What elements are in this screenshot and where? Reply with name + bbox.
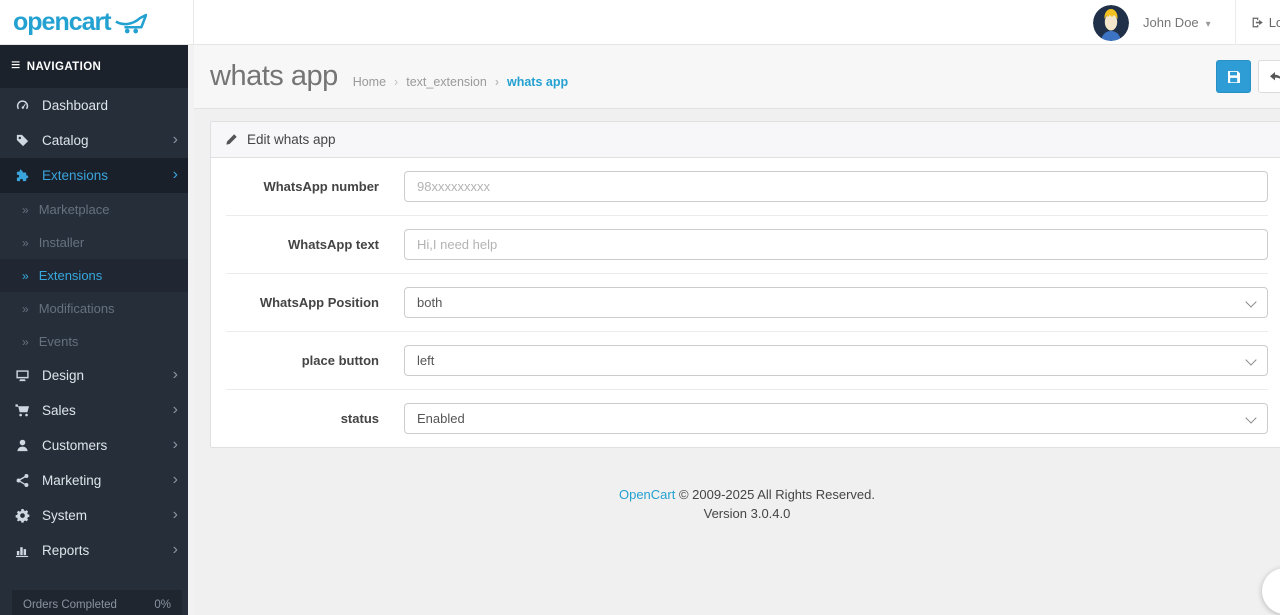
sidebar-item-label: Design xyxy=(42,368,85,383)
sidebar-menu: Dashboard Catalog Extensions Marketplace… xyxy=(0,88,194,568)
breadcrumb-whats-app[interactable]: whats app xyxy=(487,75,568,89)
orders-completed-stat: Orders Completed 0% xyxy=(12,590,182,615)
user-menu-area: John Doe Logout xyxy=(1093,0,1280,45)
form-row-whatsapp-position: WhatsApp Position both xyxy=(226,274,1268,332)
sidebar-subitem-label: Marketplace xyxy=(38,202,110,217)
sidebar-item-system[interactable]: System xyxy=(0,498,194,533)
sidebar-subitem-extensions[interactable]: Extensions xyxy=(0,259,194,292)
place-button-select-wrap: left xyxy=(404,345,1268,376)
panel-heading: Edit whats app xyxy=(211,122,1280,158)
whatsapp-position-label: WhatsApp Position xyxy=(259,295,379,310)
widget-dot-icon xyxy=(1273,583,1280,598)
logout-label: Logout xyxy=(1268,15,1280,30)
monitor-icon xyxy=(14,368,31,383)
sidebar-item-marketing[interactable]: Marketing xyxy=(0,463,194,498)
tags-icon xyxy=(14,133,31,148)
place-button-select[interactable]: left xyxy=(404,345,1268,376)
sidebar-item-label: System xyxy=(42,508,88,523)
footer-copyright: OpenCart © 2009-2025 All Rights Reserved… xyxy=(210,486,1280,505)
header-divider xyxy=(1234,0,1236,45)
save-icon xyxy=(1227,70,1240,83)
sidebar-item-label: Sales xyxy=(42,403,76,418)
avatar-image xyxy=(1093,4,1129,41)
sidebar-item-label: Dashboard xyxy=(42,98,109,113)
bar-chart-icon xyxy=(14,543,31,558)
sidebar-item-label: Catalog xyxy=(42,133,89,148)
sidebar-navigation-header: NAVIGATION xyxy=(0,45,194,88)
opencart-cart-icon xyxy=(114,13,147,34)
breadcrumb-text-extension[interactable]: text_extension xyxy=(386,75,487,89)
whatsapp-text-label: WhatsApp text xyxy=(288,237,379,252)
content-area: Edit whats app WhatsApp number WhatsApp … xyxy=(194,109,1280,524)
opencart-admin-app: opencart John Doe ▾ Lo ≡ NAVIGATION Dash… xyxy=(0,0,1280,615)
whatsapp-position-select-wrap: both xyxy=(404,287,1268,318)
status-select[interactable]: Enabled xyxy=(404,403,1268,434)
place-button-label: place button xyxy=(301,353,379,368)
save-button[interactable] xyxy=(1216,60,1251,93)
sidebar-subitem-label: Extensions xyxy=(38,268,103,283)
sidebar-item-label: Reports xyxy=(42,543,90,558)
whatsapp-position-select[interactable]: both xyxy=(404,287,1268,318)
shopping-cart-icon xyxy=(14,403,31,418)
breadcrumb: Home text_extension whats app xyxy=(353,75,568,89)
puzzle-icon xyxy=(14,168,31,183)
user-menu-button[interactable]: John Doe xyxy=(1143,15,1211,30)
status-select-wrap: Enabled xyxy=(404,403,1268,434)
page-title: whats app xyxy=(210,60,338,92)
sidebar-item-dashboard[interactable]: Dashboard xyxy=(0,88,194,123)
undo-arrow-icon xyxy=(1269,71,1280,80)
sidebar: NAVIGATION Dashboard Catalog Extensions … xyxy=(0,45,194,615)
whatsapp-number-label: WhatsApp number xyxy=(263,179,379,194)
form-row-status: status Enabled xyxy=(226,390,1268,447)
sidebar-subitem-label: Modifications xyxy=(38,301,115,316)
sidebar-subitem-modifications[interactable]: Modifications xyxy=(0,292,194,325)
sidebar-item-design[interactable]: Design xyxy=(0,358,194,393)
undo-button[interactable] xyxy=(1258,60,1280,93)
form-row-place-button: place button left xyxy=(226,332,1268,390)
dashboard-icon xyxy=(14,98,31,113)
pencil-icon xyxy=(226,134,237,145)
sidebar-item-customers[interactable]: Customers xyxy=(0,428,194,463)
footer-copyright-text: © 2009-2025 All Rights Reserved. xyxy=(678,487,876,502)
footer-version: Version 3.0.4.0 xyxy=(703,505,791,521)
status-label: status xyxy=(340,411,379,426)
page-header: whats app Home text_extension whats app xyxy=(194,45,1280,109)
form-row-whatsapp-text: WhatsApp text xyxy=(226,216,1268,274)
sidebar-item-reports[interactable]: Reports xyxy=(0,533,194,568)
share-icon xyxy=(14,473,31,488)
opencart-footer-link[interactable]: OpenCart xyxy=(619,487,675,502)
opencart-logo-text: opencart xyxy=(13,8,112,36)
edit-panel: Edit whats app WhatsApp number WhatsApp … xyxy=(210,121,1280,448)
sidebar-subitem-label: Installer xyxy=(38,235,85,250)
logout-button[interactable]: Logout xyxy=(1251,15,1280,30)
stat-value: 0% xyxy=(154,599,171,611)
panel-body: WhatsApp number WhatsApp text WhatsApp P… xyxy=(211,158,1280,447)
form-row-whatsapp-number: WhatsApp number xyxy=(226,158,1268,216)
main-content: whats app Home text_extension whats app … xyxy=(194,45,1280,615)
sidebar-item-label: Customers xyxy=(42,438,108,453)
sidebar-subitem-marketplace[interactable]: Marketplace xyxy=(0,193,194,226)
logout-icon xyxy=(1252,17,1263,28)
footer: OpenCart © 2009-2025 All Rights Reserved… xyxy=(210,486,1280,524)
sidebar-item-catalog[interactable]: Catalog xyxy=(0,123,194,158)
sidebar-item-label: Marketing xyxy=(42,473,102,488)
sidebar-subitem-events[interactable]: Events xyxy=(0,325,194,358)
sidebar-subitem-installer[interactable]: Installer xyxy=(0,226,194,259)
user-icon xyxy=(14,438,31,453)
sidebar-item-extensions[interactable]: Extensions xyxy=(0,158,194,193)
whatsapp-number-input[interactable] xyxy=(404,171,1268,202)
whatsapp-text-input[interactable] xyxy=(404,229,1268,260)
stat-label: Orders Completed xyxy=(23,599,117,611)
breadcrumb-home[interactable]: Home xyxy=(353,75,386,89)
opencart-logo[interactable]: opencart xyxy=(0,0,194,45)
avatar[interactable] xyxy=(1093,4,1129,41)
sidebar-subitem-label: Events xyxy=(38,334,79,349)
gear-icon xyxy=(14,508,31,523)
panel-title: Edit whats app xyxy=(247,132,336,147)
sidebar-item-label: Extensions xyxy=(42,168,109,183)
top-header: opencart John Doe ▾ Lo xyxy=(0,0,1280,45)
sidebar-item-sales[interactable]: Sales xyxy=(0,393,194,428)
